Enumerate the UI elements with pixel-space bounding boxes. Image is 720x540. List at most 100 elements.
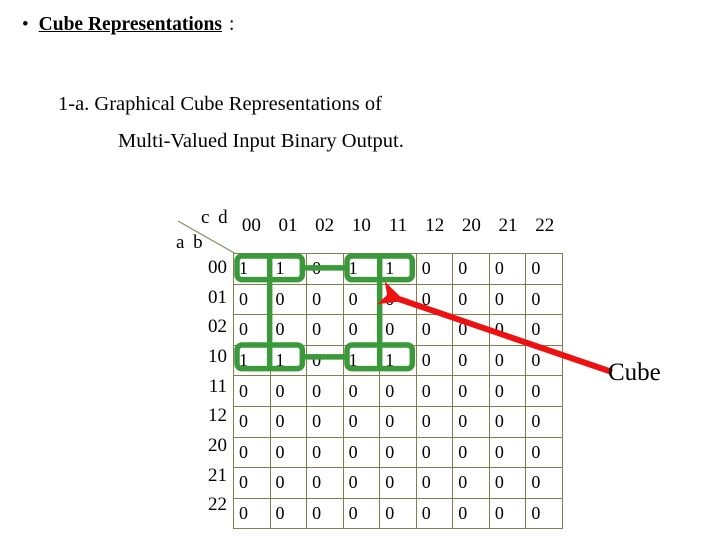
column-header: 21: [498, 215, 518, 236]
grid-cell: 0: [415, 497, 454, 530]
grid-cell: 0: [415, 253, 454, 285]
grid-cell: 0: [342, 405, 381, 438]
grid-cell: 0: [488, 375, 527, 407]
bullet-marker-icon: •: [22, 14, 29, 35]
grid-cell: 0: [488, 314, 527, 346]
grid-cell: 0: [488, 283, 527, 316]
grid-cell: 1: [342, 253, 381, 285]
row-header-column: 00 01 02 10 11 12 20 21 22: [183, 253, 229, 520]
grid-cell: 0: [415, 283, 454, 316]
grid-cell: 0: [452, 314, 490, 346]
row-header: 11: [208, 375, 227, 397]
row-axis-label: a b: [176, 232, 205, 253]
grid-cell: 0: [452, 497, 490, 530]
grid-cell: 1: [379, 253, 417, 285]
grid-cell: 0: [415, 314, 454, 346]
grid-cell: 0: [452, 405, 490, 438]
table-row: 000000000: [233, 436, 563, 469]
grid-cell: 0: [342, 436, 381, 469]
grid-cell: 1: [233, 253, 271, 285]
grid-cell: 0: [452, 467, 490, 499]
cube-caption-label: Cube: [608, 359, 661, 386]
grid-cell: 0: [342, 375, 381, 407]
grid-cell: 0: [452, 436, 490, 469]
row-header: 21: [208, 464, 227, 486]
grid-cell: 0: [269, 497, 308, 530]
column-header: 10: [351, 215, 371, 236]
grid-cell: 0: [306, 344, 344, 377]
grid-cell: 0: [415, 405, 454, 438]
grid-cell: 1: [379, 344, 417, 377]
grid-cell: 0: [342, 497, 381, 530]
table-row: 000000000: [233, 405, 563, 438]
grid-cell: 1: [269, 253, 308, 285]
table-row: 000000000: [233, 283, 563, 316]
grid-cell: 0: [488, 497, 527, 530]
grid-cell: 1: [269, 344, 308, 377]
grid-cell: 0: [306, 497, 344, 530]
grid-cell: 0: [269, 314, 308, 346]
grid-cell: 0: [306, 253, 344, 285]
column-axis-label: c d: [201, 207, 230, 228]
grid-cell: 0: [452, 344, 490, 377]
grid-cell: 0: [233, 497, 271, 530]
grid-cell: 0: [452, 375, 490, 407]
table-row: 000000000: [233, 314, 563, 346]
subheading-line-2: Multi-Valued Input Binary Output.: [118, 130, 404, 152]
grid-cell: 0: [342, 283, 381, 316]
grid-cell: 0: [452, 253, 490, 285]
grid-cell: 1: [233, 344, 271, 377]
grid-cell: 0: [415, 436, 454, 469]
grid-cell: 0: [379, 405, 417, 438]
row-header: 10: [208, 345, 227, 367]
grid-cell: 0: [525, 405, 563, 438]
grid-cell: 0: [379, 436, 417, 469]
grid-cell: 0: [269, 405, 308, 438]
bullet-heading: • Cube Representations :: [22, 14, 234, 36]
column-header-row: 00 01 02 10 11 12 20 21 22: [233, 213, 563, 245]
grid-cell: 0: [269, 283, 308, 316]
grid-cell: 0: [525, 283, 563, 316]
bullet-title: Cube Representations: [38, 14, 222, 35]
table-row: 000000000: [233, 497, 563, 530]
column-header: 22: [535, 215, 555, 236]
grid-cell: 0: [488, 467, 527, 499]
grid-cell: 0: [233, 314, 271, 346]
table-row: 110110000: [233, 253, 563, 285]
grid-cell: 0: [233, 283, 271, 316]
grid-cell: 0: [306, 375, 344, 407]
grid-cell: 0: [525, 344, 563, 377]
grid-cell: 0: [233, 467, 271, 499]
grid-cell: 0: [525, 375, 563, 407]
bullet-colon: :: [228, 14, 235, 35]
grid-cell: 0: [379, 314, 417, 346]
column-header: 11: [388, 215, 408, 236]
cube-value-grid: 1101100000000000000000000001101100000000…: [233, 253, 563, 530]
row-header: 01: [208, 286, 227, 308]
column-header: 02: [315, 215, 335, 236]
row-header: 02: [208, 316, 227, 338]
grid-cell: 0: [525, 467, 563, 499]
column-header: 20: [461, 215, 481, 236]
row-header: 12: [208, 405, 227, 427]
grid-cell: 1: [342, 344, 381, 377]
grid-cell: 0: [379, 467, 417, 499]
slide-canvas: • Cube Representations : 1-a. Graphical …: [0, 0, 720, 540]
grid-cell: 0: [525, 436, 563, 469]
grid-cell: 0: [306, 405, 344, 438]
grid-cell: 0: [233, 436, 271, 469]
table-row: 000000000: [233, 467, 563, 499]
grid-cell: 0: [233, 375, 271, 407]
grid-cell: 0: [379, 283, 417, 316]
grid-cell: 0: [415, 344, 454, 377]
grid-cell: 0: [379, 497, 417, 530]
grid-cell: 0: [415, 467, 454, 499]
grid-cell: 0: [269, 467, 308, 499]
table-row: 110110000: [233, 344, 563, 377]
grid-cell: 0: [488, 344, 527, 377]
grid-cell: 0: [269, 436, 308, 469]
row-header: 20: [208, 434, 227, 456]
row-header: 22: [208, 494, 227, 516]
grid-cell: 0: [306, 436, 344, 469]
grid-cell: 0: [525, 314, 563, 346]
